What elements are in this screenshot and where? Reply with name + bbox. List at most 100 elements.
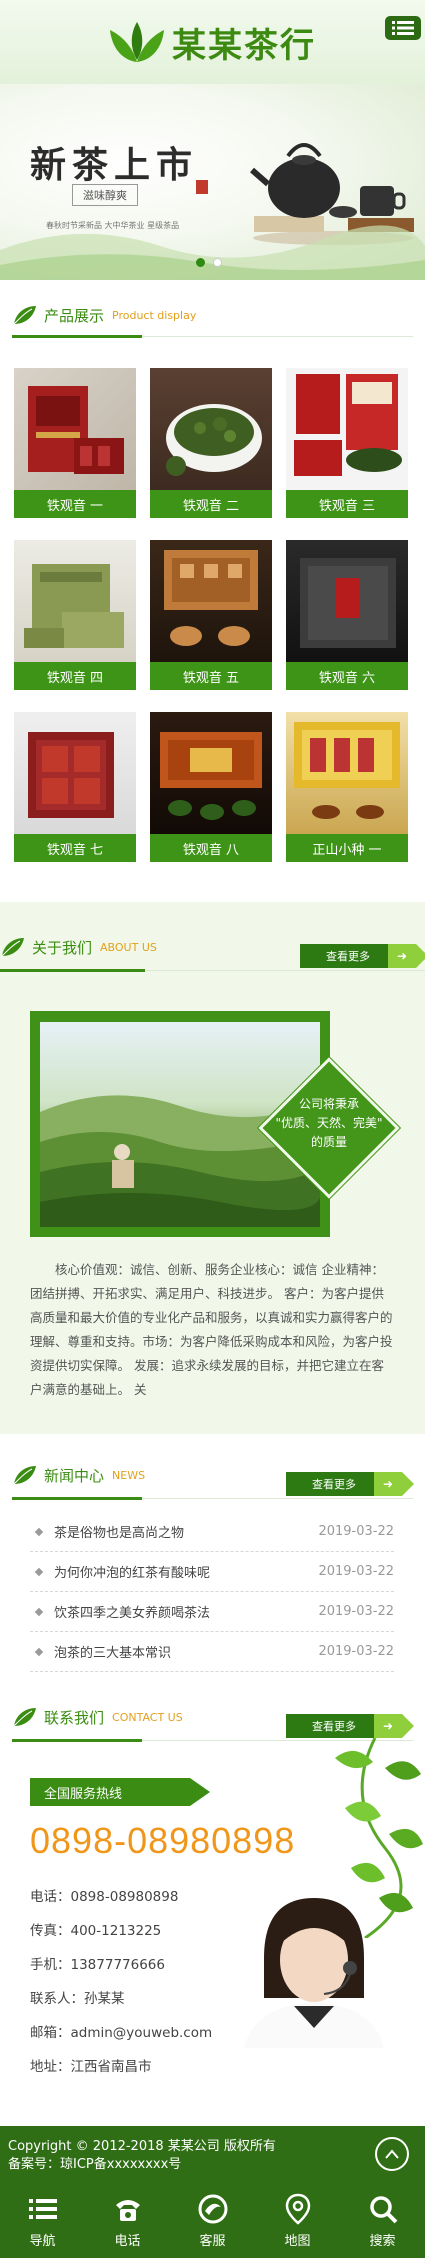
- site-header: 某某茶行: [0, 0, 425, 84]
- product-name[interactable]: 铁观音 一: [14, 490, 136, 518]
- nav-item-menu[interactable]: 导航: [0, 2184, 85, 2258]
- product-name[interactable]: 铁观音 八: [150, 834, 272, 862]
- news-item-date: 2019-03-22: [318, 1524, 394, 1539]
- contact-more-label: 查看更多: [312, 1720, 356, 1733]
- news-item-title[interactable]: 泡茶的三大基本常识: [54, 1642, 171, 1661]
- pagination-dot-2[interactable]: [213, 258, 222, 267]
- news-item-date: 2019-03-22: [318, 1604, 394, 1619]
- icp-text[interactable]: 备案号：琼ICP备xxxxxxxx号: [8, 2156, 425, 2174]
- nav-label: 地图: [284, 2234, 311, 2249]
- product-image[interactable]: [14, 712, 136, 834]
- about-description: 核心价值观：诚信、创新、服务企业核心：诚信 企业精神：团结拼搏、开拓求实、满足用…: [30, 1262, 393, 1397]
- news-more-button[interactable]: 查看更多 ➜: [286, 1472, 414, 1496]
- news-item-title[interactable]: 为何你冲泡的红茶有酸味呢: [54, 1562, 210, 1581]
- leaf-logo-icon: [110, 21, 164, 62]
- bottom-nav-bar: 导航 电话 客服 地图 搜索: [0, 2184, 425, 2258]
- copyright-text: Copyright © 2012-2018 某某公司 版权所有: [8, 2139, 276, 2154]
- product-card[interactable]: 铁观音 一: [14, 368, 136, 518]
- pagination-dot-1[interactable]: [196, 258, 205, 267]
- contact-section-title: 联系我们 CONTACT US: [12, 1702, 183, 1732]
- section-divider: [0, 969, 425, 972]
- news-item-title[interactable]: 茶是俗物也是高尚之物: [54, 1522, 184, 1541]
- product-name[interactable]: 铁观音 二: [150, 490, 272, 518]
- back-to-top-button[interactable]: [375, 2137, 409, 2171]
- product-card[interactable]: 铁观音 八: [150, 712, 272, 862]
- product-name[interactable]: 铁观音 六: [286, 662, 408, 690]
- news-item[interactable]: 为何你冲泡的红茶有酸味呢 2019-03-22: [30, 1552, 394, 1592]
- menu-button[interactable]: [385, 16, 421, 40]
- contact-more-button[interactable]: 查看更多 ➜: [286, 1714, 414, 1738]
- product-name[interactable]: 铁观音 三: [286, 490, 408, 518]
- customer-service-image: [224, 1888, 394, 2048]
- contact-fax: 传真：400-1213225: [30, 1923, 162, 1939]
- product-image[interactable]: [286, 368, 408, 490]
- chevron-up-icon: [385, 2149, 399, 2159]
- contact-mobile[interactable]: 手机：13877776666: [30, 1948, 212, 1982]
- product-image[interactable]: [286, 712, 408, 834]
- seal-stamp: [196, 180, 208, 194]
- product-image[interactable]: [14, 368, 136, 490]
- phone-icon: [115, 2200, 140, 2221]
- contact-title-en: CONTACT US: [112, 1710, 183, 1724]
- banner-title: 新茶上市: [30, 144, 199, 186]
- nav-item-service[interactable]: 客服: [170, 2184, 255, 2258]
- news-title-en: NEWS: [112, 1468, 146, 1482]
- product-name[interactable]: 正山小种 一: [286, 834, 408, 862]
- product-grid: 铁观音 一 铁观音 二 铁观音 三 铁观音 四 铁观音 五 铁观音 六 铁观音 …: [14, 368, 412, 862]
- slogan-line-1: 公司将秉承: [298, 1097, 359, 1111]
- leaf-icon: [13, 306, 36, 325]
- contact-email[interactable]: 邮箱：admin@youweb.com: [30, 2016, 212, 2050]
- nav-item-map[interactable]: 地图: [255, 2184, 340, 2258]
- hotline-label: 全国服务热线: [30, 1778, 210, 1806]
- product-card[interactable]: 铁观音 四: [14, 540, 136, 690]
- product-card[interactable]: 铁观音 七: [14, 712, 136, 862]
- about-more-label: 查看更多: [326, 950, 370, 963]
- chat-icon: [198, 2194, 227, 2224]
- product-name[interactable]: 铁观音 四: [14, 662, 136, 690]
- about-section-title: 关于我们 ABOUT US: [0, 932, 157, 962]
- hotline-number[interactable]: 0898-08980898: [30, 1820, 295, 1862]
- about-more-button[interactable]: 查看更多 ➜: [300, 944, 425, 968]
- product-card[interactable]: 铁观音 三: [286, 368, 408, 518]
- product-card[interactable]: 铁观音 二: [150, 368, 272, 518]
- product-image[interactable]: [150, 712, 272, 834]
- site-logo[interactable]: 某某茶行: [108, 18, 316, 67]
- product-image[interactable]: [150, 368, 272, 490]
- contact-phone[interactable]: 电话：0898-08980898: [30, 1880, 212, 1914]
- nav-label: 搜索: [369, 2234, 396, 2249]
- list-menu-icon: [392, 21, 414, 35]
- nav-item-phone[interactable]: 电话: [85, 2184, 170, 2258]
- product-name[interactable]: 铁观音 七: [14, 834, 136, 862]
- product-image[interactable]: [14, 540, 136, 662]
- about-title-en: ABOUT US: [100, 940, 157, 954]
- product-image[interactable]: [286, 540, 408, 662]
- news-item-date: 2019-03-22: [318, 1644, 394, 1659]
- arrow-right-icon: ➜: [374, 1472, 402, 1496]
- map-pin-icon: [285, 2193, 310, 2225]
- contact-title: 联系我们: [44, 1708, 105, 1727]
- contact-details: 电话：0898-08980898 传真：400-1213225 手机：13877…: [30, 1880, 212, 2084]
- banner-subtitle: 滋味醇爽: [72, 184, 138, 206]
- menu-icon: [28, 2199, 57, 2219]
- nav-item-search[interactable]: 搜索: [340, 2184, 425, 2258]
- contact-person: 联系人：孙某某: [30, 1991, 125, 2007]
- banner-pagination: [196, 258, 222, 267]
- products-title-en: Product display: [112, 308, 197, 322]
- product-card[interactable]: 铁观音 六: [286, 540, 408, 690]
- news-item[interactable]: 茶是俗物也是高尚之物 2019-03-22: [30, 1512, 394, 1552]
- contact-address: 地址：江西省南昌市: [30, 2059, 152, 2075]
- leaf-icon: [1, 938, 24, 957]
- product-card[interactable]: 铁观音 五: [150, 540, 272, 690]
- nav-label: 电话: [114, 2234, 141, 2249]
- news-item[interactable]: 饮茶四季之美女养颜喝茶法 2019-03-22: [30, 1592, 394, 1632]
- section-divider: [12, 335, 413, 338]
- news-item-title[interactable]: 饮茶四季之美女养颜喝茶法: [54, 1602, 210, 1621]
- product-image[interactable]: [150, 540, 272, 662]
- leaf-icon: [13, 1466, 36, 1485]
- nav-label: 客服: [199, 2234, 226, 2249]
- hero-banner[interactable]: 新茶上市 滋味醇爽 春秋时节采新品 大中华茶业 星级茶品: [0, 84, 425, 280]
- product-name[interactable]: 铁观音 五: [150, 662, 272, 690]
- news-item[interactable]: 泡茶的三大基本常识 2019-03-22: [30, 1632, 394, 1672]
- product-card[interactable]: 正山小种 一: [286, 712, 408, 862]
- slogan-line-3: 的质量: [310, 1135, 347, 1149]
